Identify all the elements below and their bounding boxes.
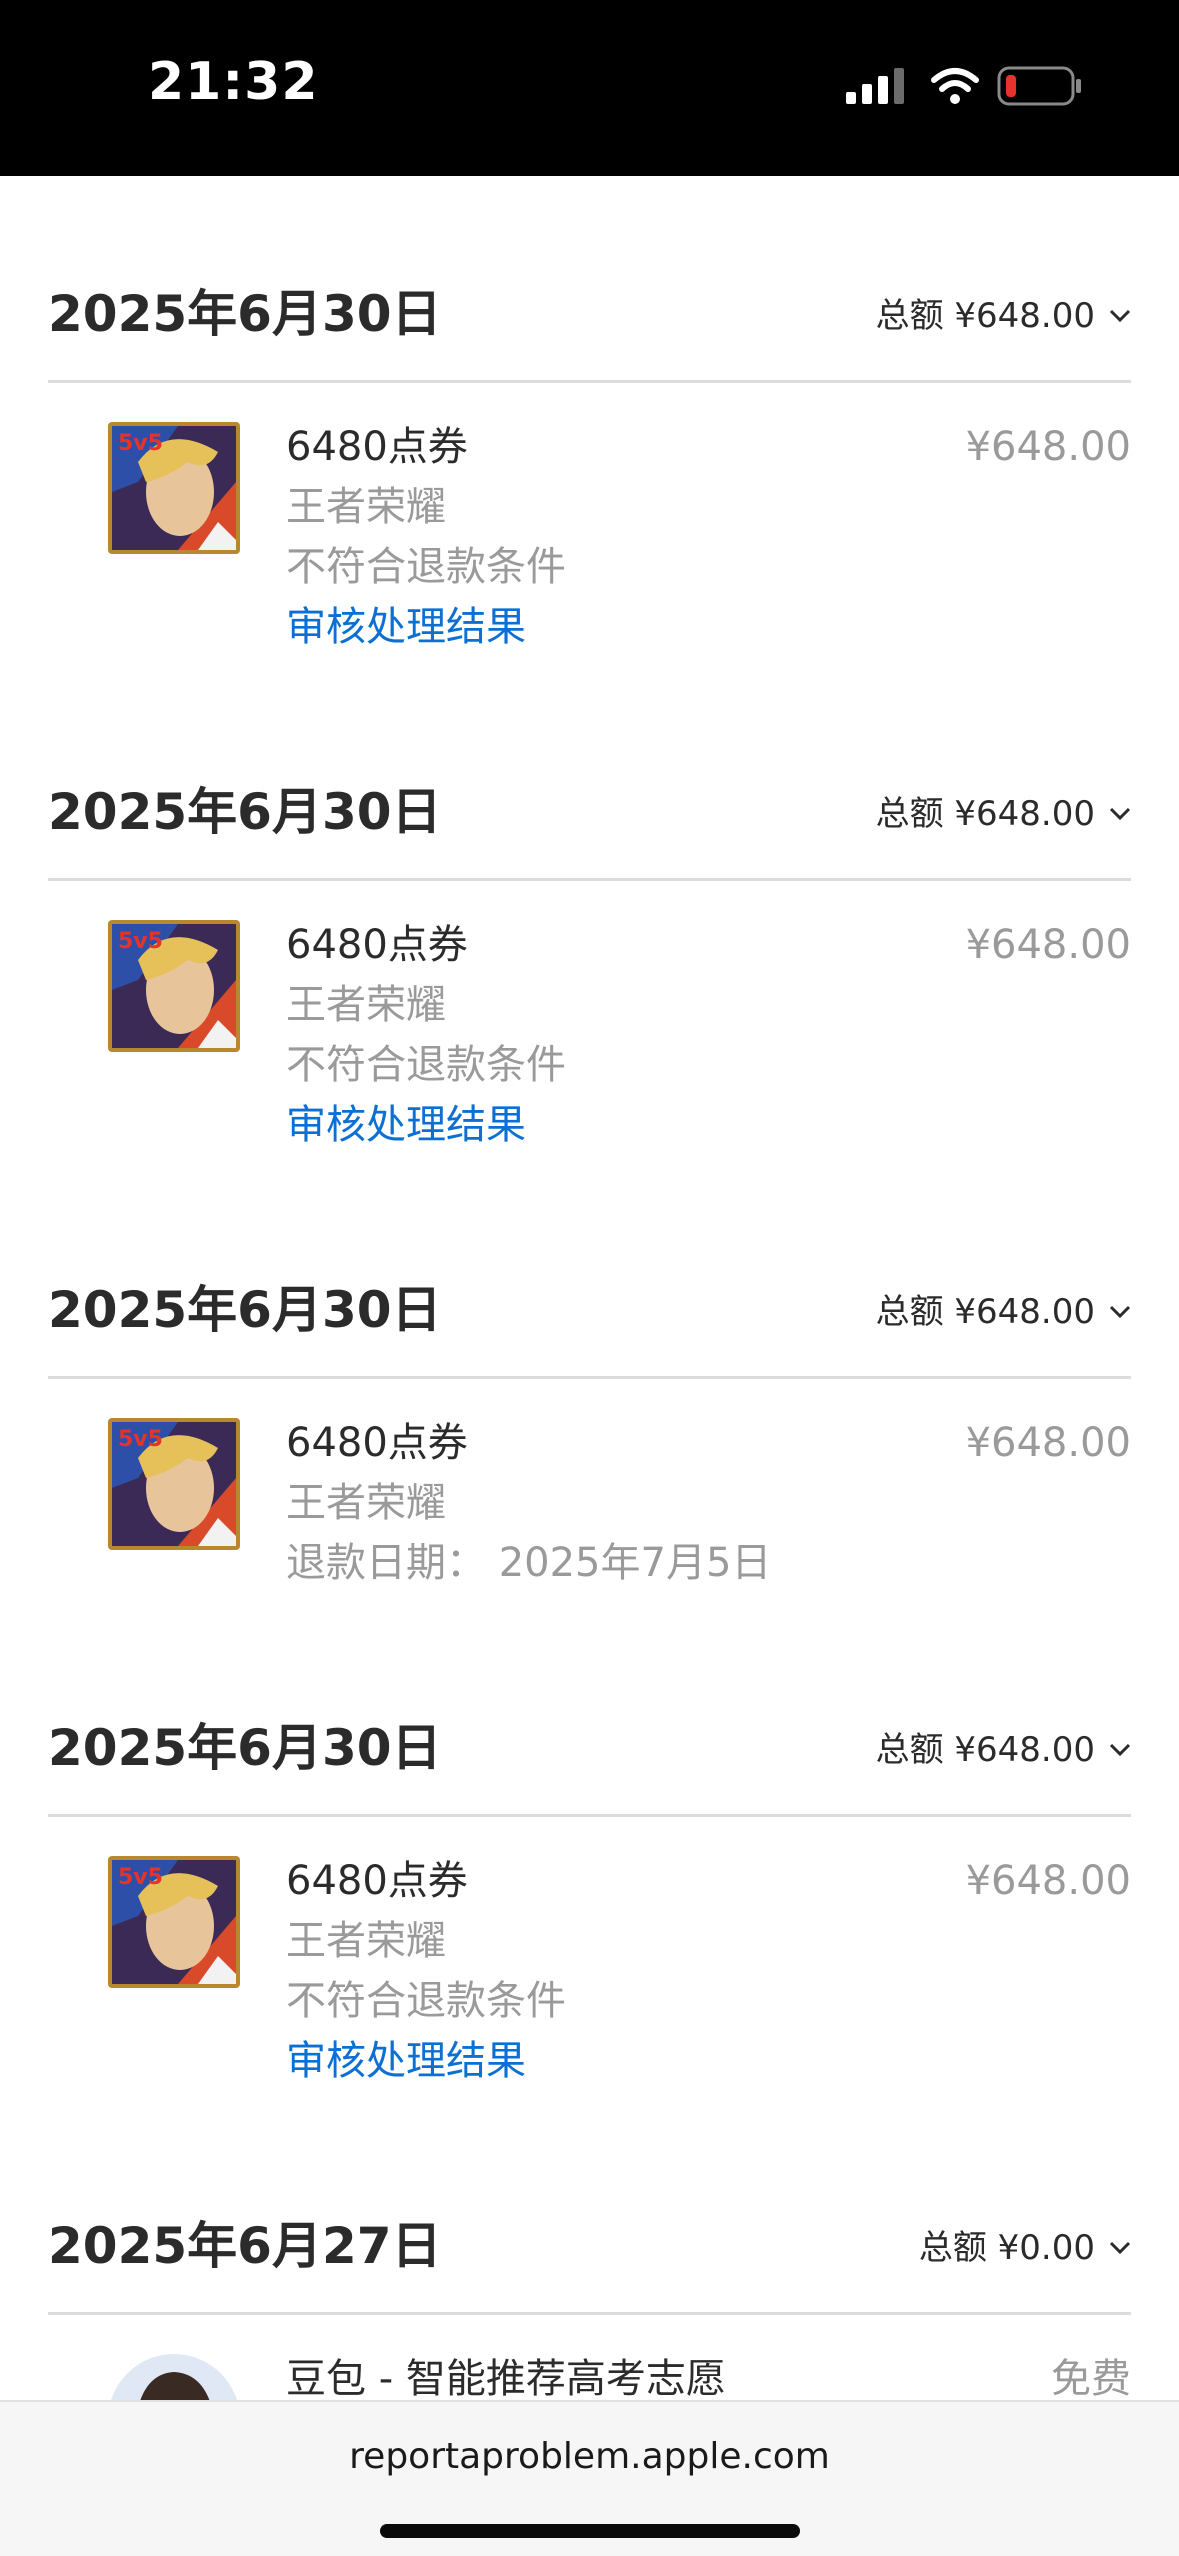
game-app-icon: 5v5 [108, 920, 240, 1052]
item-title: 6480点券 [286, 1858, 468, 1904]
game-app-icon: 5v5 [108, 422, 240, 554]
chevron-down-icon [1109, 309, 1131, 323]
item-price: 免费 [1051, 2356, 1131, 2400]
order-total-toggle[interactable]: 总额 ¥0.00 [919, 2226, 1131, 2270]
chevron-down-icon [1109, 807, 1131, 821]
order-total-toggle[interactable]: 总额 ¥648.00 [876, 1290, 1131, 1334]
order-divider [48, 380, 1131, 383]
status-time: 21:32 [148, 52, 319, 112]
game-app-icon: 5v5 [108, 1418, 240, 1550]
svg-text:5v5: 5v5 [118, 431, 163, 456]
order-total-toggle[interactable]: 总额 ¥648.00 [876, 1728, 1131, 1772]
url-text[interactable]: reportaproblem.apple.com [0, 2436, 1179, 2477]
item-price: ¥648.00 [965, 922, 1131, 968]
order-date: 2025年6月27日 [48, 2217, 442, 2275]
item-refund-status: 不符合退款条件 [286, 544, 566, 590]
order-total-toggle[interactable]: 总额 ¥648.00 [876, 294, 1131, 338]
browser-address-bar[interactable]: reportaproblem.apple.com [0, 2400, 1179, 2556]
item-title: 豆包 - 智能推荐高考志愿 [286, 2356, 726, 2400]
order-total-toggle[interactable]: 总额 ¥648.00 [876, 792, 1131, 836]
order-total-label: 总额 ¥0.00 [918, 2228, 1095, 2268]
game-app-icon: 5v5 [108, 1856, 240, 1988]
chevron-down-icon [1109, 2241, 1131, 2255]
order-divider [48, 1814, 1131, 1817]
item-refund-status: 不符合退款条件 [286, 1978, 566, 2024]
order-total-label: 总额 ¥648.00 [875, 296, 1095, 336]
item-price: ¥648.00 [965, 424, 1131, 470]
svg-text:5v5: 5v5 [118, 1865, 163, 1890]
item-app-name: 王者荣耀 [286, 1480, 446, 1526]
avatar-app-icon [108, 2354, 240, 2400]
review-result-link[interactable]: 审核处理结果 [286, 1100, 526, 1150]
wifi-icon [931, 68, 979, 104]
item-price: ¥648.00 [965, 1858, 1131, 1904]
battery-icon [997, 66, 1081, 106]
order-total-label: 总额 ¥648.00 [875, 1292, 1095, 1332]
item-title: 6480点券 [286, 922, 468, 968]
order-divider [48, 878, 1131, 881]
review-result-link[interactable]: 审核处理结果 [286, 602, 526, 652]
chevron-down-icon [1109, 1743, 1131, 1757]
order-divider [48, 2312, 1131, 2315]
status-bar: 21:32 [0, 0, 1179, 176]
svg-text:5v5: 5v5 [118, 1427, 163, 1452]
item-title: 6480点券 [286, 1420, 468, 1466]
status-icons [840, 62, 1090, 112]
item-refund-date: 退款日期： 2025年7月5日 [286, 1540, 772, 1586]
item-app-name: 王者荣耀 [286, 1918, 446, 1964]
order-date: 2025年6月30日 [48, 783, 442, 841]
item-price: ¥648.00 [965, 1420, 1131, 1466]
item-app-name: 王者荣耀 [286, 982, 446, 1028]
order-date: 2025年6月30日 [48, 285, 442, 343]
item-app-name: 王者荣耀 [286, 484, 446, 530]
cellular-signal-icon [846, 68, 904, 104]
svg-text:5v5: 5v5 [118, 929, 163, 954]
order-date: 2025年6月30日 [48, 1719, 442, 1777]
item-refund-status: 不符合退款条件 [286, 1042, 566, 1088]
home-indicator[interactable] [380, 2524, 800, 2538]
order-total-label: 总额 ¥648.00 [875, 794, 1095, 834]
order-divider [48, 1376, 1131, 1379]
review-result-link[interactable]: 审核处理结果 [286, 2036, 526, 2086]
order-date: 2025年6月30日 [48, 1281, 442, 1339]
chevron-down-icon [1109, 1305, 1131, 1319]
order-total-label: 总额 ¥648.00 [875, 1730, 1095, 1770]
item-title: 6480点券 [286, 424, 468, 470]
purchase-history-list[interactable]: 2025年6月30日 总额 ¥648.00 5v5 6480点券 ¥648.00… [0, 176, 1179, 2400]
